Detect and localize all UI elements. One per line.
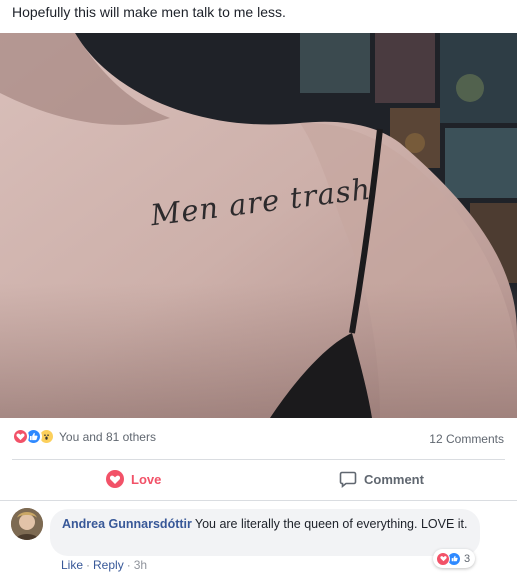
photo-illustration [0, 33, 517, 418]
comment-bubble: Andrea Gunnarsdóttir You are literally th… [50, 509, 480, 556]
separator: · [126, 558, 131, 572]
reaction-summary-text: You and 81 others [59, 429, 156, 444]
divider [12, 459, 505, 460]
comment-button-label: Comment [364, 471, 424, 487]
separator: · [86, 558, 91, 572]
love-button-label: Love [131, 471, 162, 487]
comment-timestamp[interactable]: 3h [134, 558, 147, 572]
reaction-summary[interactable]: You and 81 others [12, 428, 156, 445]
comment-reply-link[interactable]: Reply [93, 558, 124, 572]
post-text: Hopefully this will make men talk to me … [12, 4, 286, 20]
comment-button[interactable]: Comment [339, 470, 424, 488]
comment-reaction-count[interactable]: 3 [433, 549, 476, 568]
comment-text: You are literally the queen of everythin… [194, 517, 468, 531]
comment-icon [339, 470, 357, 488]
love-icon [12, 428, 29, 445]
comments-count-link[interactable]: 12 Comments [429, 432, 504, 446]
love-icon [106, 470, 124, 488]
love-button[interactable]: Love [106, 470, 161, 488]
comment-like-link[interactable]: Like [61, 558, 83, 572]
divider [0, 500, 517, 501]
post-photo[interactable]: Men are trash [0, 33, 517, 418]
love-icon [436, 551, 450, 566]
comment-actions: Like · Reply · 3h [61, 558, 147, 572]
avatar[interactable] [11, 508, 43, 540]
comment-reaction-count-text: 3 [464, 552, 471, 565]
comment-author-link[interactable]: Andrea Gunnarsdóttir [62, 517, 192, 531]
